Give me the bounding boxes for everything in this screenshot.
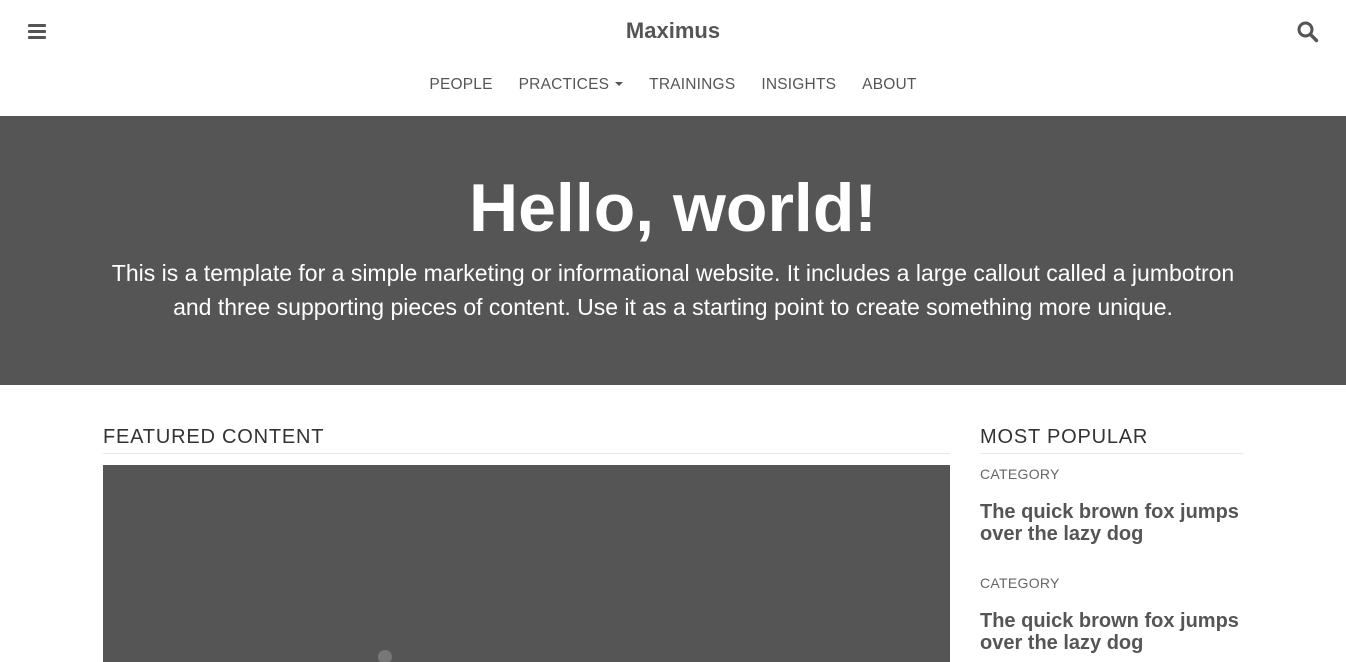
brand-link[interactable]: Maximus: [626, 18, 720, 43]
featured-content-title: FEATURED CONTENT: [103, 426, 325, 448]
featured-divider: [103, 453, 950, 454]
most-popular-title: MOST POPULAR: [980, 426, 1149, 448]
popular-item-category[interactable]: CATEGORY: [980, 466, 1060, 482]
hero-title: Hello, world!: [469, 170, 877, 246]
popular-divider: [980, 453, 1243, 454]
brand-logo: Maximus: [0, 18, 1346, 44]
search-icon[interactable]: [1296, 20, 1320, 44]
popular-item-category[interactable]: CATEGORY: [980, 575, 1060, 591]
caret-down-icon: [615, 81, 624, 86]
site-header: Maximus PEOPLE PRACTICES TRAININGS INSIGHTS…: [0, 0, 1346, 116]
jumbotron: Hello, world! This is a template for a s…: [0, 116, 1346, 385]
nav-item-about[interactable]: ABOUT: [862, 76, 916, 94]
carousel-indicator-dot[interactable]: [378, 650, 392, 662]
popular-item-headline[interactable]: The quick brown fox jumps over the lazy …: [980, 610, 1242, 654]
nav-item-people[interactable]: PEOPLE: [429, 76, 492, 94]
nav-item-trainings[interactable]: TRAININGS: [649, 76, 735, 94]
featured-carousel-image[interactable]: [103, 465, 950, 662]
hero-text: This is a template for a simple marketin…: [111, 260, 1235, 320]
popular-item-headline[interactable]: The quick brown fox jumps over the lazy …: [980, 501, 1242, 545]
nav-item-practices-label: PRACTICES: [518, 76, 610, 93]
nav-item-practices[interactable]: PRACTICES: [519, 76, 624, 94]
main-nav: PEOPLE PRACTICES TRAININGS INSIGHTS ABOUT: [0, 76, 1346, 94]
nav-item-insights[interactable]: INSIGHTS: [761, 76, 836, 94]
search-icon-svg: [1297, 21, 1319, 43]
